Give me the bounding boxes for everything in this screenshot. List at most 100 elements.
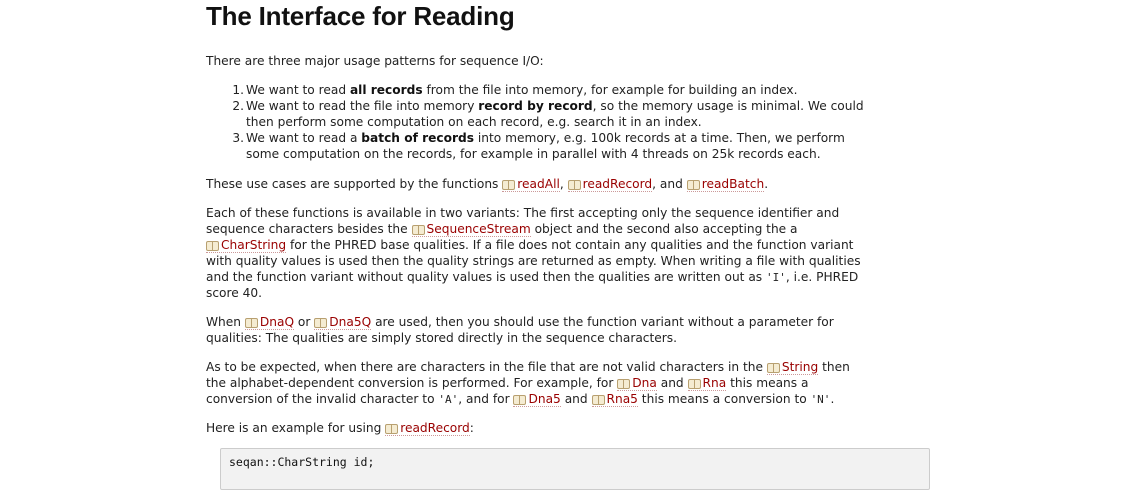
book-icon — [502, 180, 516, 190]
link-label: Rna5 — [606, 392, 638, 406]
text-line: conversion of the invalid character to '… — [206, 391, 932, 407]
link-label: Dna5Q — [329, 315, 372, 329]
text-run: from the file into memory, for example f… — [422, 83, 798, 97]
text-line: When DnaQ or Dna5Q are used, then you sh… — [206, 314, 932, 330]
bold-text: batch of records — [361, 131, 474, 145]
link-dnaq[interactable]: DnaQ — [244, 315, 295, 330]
list-text: We want to read a batch of records into … — [246, 130, 845, 162]
list-number: 2. — [232, 99, 244, 113]
link-label: String — [781, 360, 819, 374]
text-line: CharString for the PHRED base qualities.… — [206, 237, 932, 253]
link-label: CharString — [221, 238, 287, 252]
text-line: some computation on the records, for exa… — [246, 146, 845, 162]
conversion-paragraph: As to be expected, when there are charac… — [206, 359, 932, 407]
text-run: , and — [652, 177, 687, 191]
text-run: object and the second also accepting the… — [530, 222, 798, 236]
link-rna[interactable]: Rna — [687, 376, 727, 391]
link-string[interactable]: String — [766, 360, 819, 375]
text-run: Each of these functions is available in … — [206, 206, 840, 220]
list-number: 1. — [232, 83, 244, 97]
text-run: score 40. — [206, 286, 263, 300]
text-run: sequence characters besides the — [206, 222, 412, 236]
text-run: : — [469, 421, 474, 435]
link-label: readRecord — [582, 177, 653, 191]
text-run: , so the memory usage is minimal. We cou… — [592, 99, 864, 113]
text-run: and the function variant without quality… — [206, 270, 767, 284]
link-label: readAll — [517, 177, 560, 191]
text-run: qualities: The qualities are simply stor… — [206, 331, 678, 345]
intro-paragraph: There are three major usage patterns for… — [206, 54, 544, 68]
book-icon — [314, 318, 328, 328]
list-text: We want to read the file into memory rec… — [246, 98, 864, 130]
link-charstring[interactable]: CharString — [206, 238, 287, 253]
text-run: We want to read the file into memory — [246, 99, 479, 113]
book-icon — [687, 379, 701, 389]
text-run: and — [560, 392, 592, 406]
text-line: and the function variant without quality… — [206, 269, 932, 285]
text-line: sequence characters besides the Sequence… — [206, 221, 932, 237]
link-dna5q[interactable]: Dna5Q — [314, 315, 372, 330]
bold-text: record by record — [478, 99, 593, 113]
link-sequencestream[interactable]: SequenceStream — [411, 222, 531, 237]
text-run: are used, then you should use the functi… — [371, 315, 834, 329]
text-run: the alphabet-dependent conversion is per… — [206, 376, 618, 390]
link-readrecord[interactable]: readRecord — [385, 421, 470, 436]
text-run: , and for — [458, 392, 514, 406]
variants-paragraph: Each of these functions is available in … — [206, 205, 932, 301]
book-icon — [686, 180, 700, 190]
text-run: for the PHRED base qualities. If a file … — [286, 238, 854, 252]
link-rna5[interactable]: Rna5 — [591, 392, 638, 407]
list-text: We want to read all records from the fil… — [246, 82, 798, 98]
text-run: These use cases are supported by the fun… — [206, 177, 503, 191]
text-line: We want to read a batch of records into … — [246, 130, 845, 146]
list-number: 3. — [232, 131, 244, 145]
text-run: . — [830, 392, 835, 406]
page-title: The Interface for Reading — [206, 1, 515, 31]
link-dna5[interactable]: Dna5 — [513, 392, 561, 407]
text-line: Each of these functions is available in … — [206, 205, 932, 221]
bold-text: all records — [349, 83, 423, 97]
text-line: We want to read the file into memory rec… — [246, 98, 864, 114]
text-run: We want to read — [246, 83, 350, 97]
link-readbatch[interactable]: readBatch — [686, 177, 765, 192]
text-run: . — [764, 177, 769, 191]
text-run: As to be expected, when there are charac… — [206, 360, 767, 374]
text-run: or — [294, 315, 315, 329]
text-line: the alphabet-dependent conversion is per… — [206, 375, 932, 391]
link-label: Dna5 — [528, 392, 561, 406]
text-run: , i.e. PHRED — [785, 270, 859, 284]
link-label: Dna — [632, 376, 657, 390]
text-run: then — [818, 360, 850, 374]
book-icon — [244, 318, 258, 328]
text-run: We want to read a — [246, 131, 362, 145]
link-readall[interactable]: readAll — [502, 177, 560, 192]
link-label: DnaQ — [259, 315, 295, 329]
book-icon — [513, 395, 527, 405]
book-icon — [206, 241, 219, 251]
text-line: then perform some computation on each re… — [246, 114, 864, 130]
text-run: this means a — [726, 376, 809, 390]
text-run: with quality values is used then the qua… — [206, 254, 861, 268]
book-icon — [766, 363, 780, 373]
text-run: Here is an example for using — [206, 421, 386, 435]
text-line: Here is an example for using readRecord: — [206, 420, 932, 436]
book-icon — [591, 395, 605, 405]
text-line: qualities: The qualities are simply stor… — [206, 330, 932, 346]
book-icon — [567, 180, 581, 190]
text-run: into memory, e.g. 100k records at a time… — [474, 131, 845, 145]
link-label: readRecord — [400, 421, 470, 435]
example-paragraph: Here is an example for using readRecord: — [206, 420, 932, 436]
text-line: These use cases are supported by the fun… — [206, 176, 932, 192]
link-label: Rna — [702, 376, 727, 390]
code-block: seqan::CharString id; — [220, 448, 930, 490]
link-readrecord[interactable]: readRecord — [567, 177, 653, 192]
text-run: When — [206, 315, 245, 329]
book-icon — [617, 379, 631, 389]
text-run: this means a conversion to — [637, 392, 811, 406]
link-dna[interactable]: Dna — [617, 376, 657, 391]
text-line: with quality values is used then the qua… — [206, 253, 932, 269]
code-line: seqan::CharString id; — [229, 455, 375, 469]
text-run: and — [656, 376, 688, 390]
dnaq-paragraph: When DnaQ or Dna5Q are used, then you sh… — [206, 314, 932, 346]
text-run: , — [559, 177, 568, 191]
